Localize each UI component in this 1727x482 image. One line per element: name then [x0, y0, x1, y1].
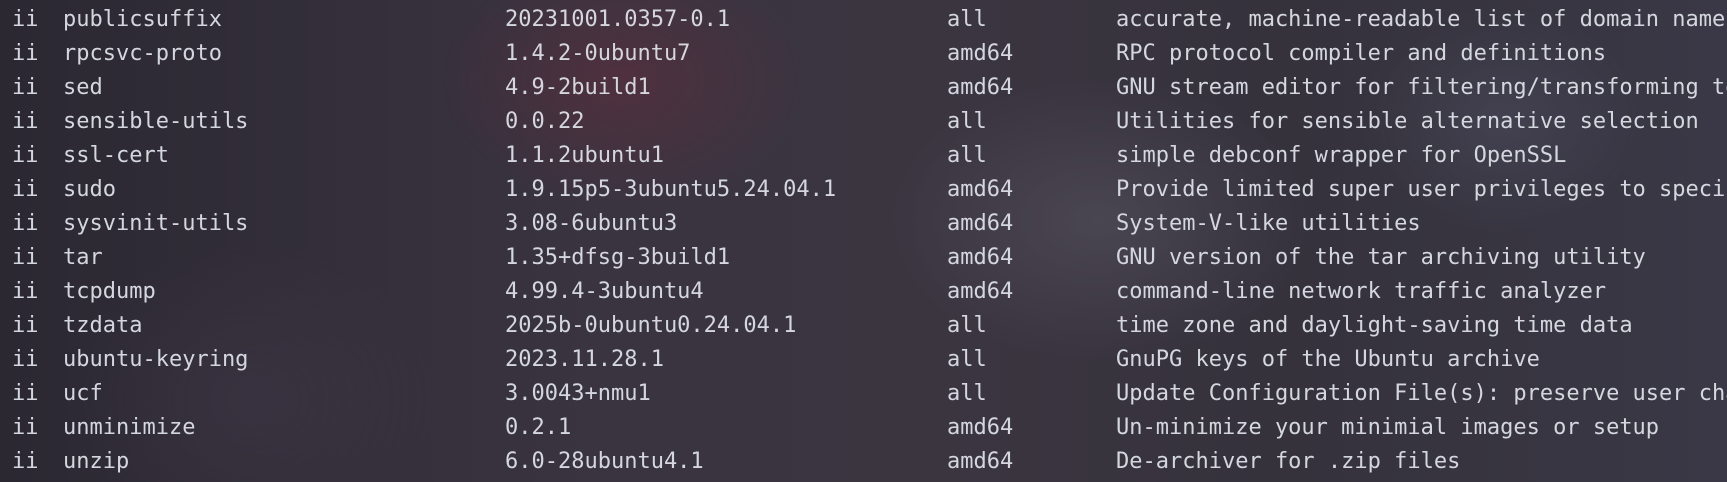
package-version: 3.08-6ubuntu3: [505, 211, 678, 236]
package-arch: amd64: [947, 415, 1014, 440]
package-status: ii: [12, 41, 39, 66]
package-arch: amd64: [947, 41, 1014, 66]
package-description: Update Configuration File(s): preserve u…: [1116, 381, 1727, 406]
package-name: tzdata: [63, 313, 143, 338]
package-version: 1.4.2-0ubuntu7: [505, 41, 691, 66]
package-status: ii: [12, 177, 39, 202]
package-status: ii: [12, 75, 39, 100]
package-name: unzip: [63, 449, 130, 474]
package-description: Provide limited super user privileges to…: [1116, 177, 1727, 202]
package-arch: amd64: [947, 449, 1014, 474]
package-description: GNU version of the tar archiving utility: [1116, 245, 1646, 270]
package-status: ii: [12, 279, 39, 304]
package-description: Utilities for sensible alternative selec…: [1116, 109, 1699, 134]
package-version: 2023.11.28.1: [505, 347, 664, 372]
package-version: 20231001.0357-0.1: [505, 7, 731, 32]
package-version: 6.0-28ubuntu4.1: [505, 449, 704, 474]
package-arch: all: [947, 313, 987, 338]
package-description: time zone and daylight-saving time data: [1116, 313, 1633, 338]
package-name: sudo: [63, 177, 116, 202]
package-status: ii: [12, 211, 39, 236]
package-status: ii: [12, 313, 39, 338]
package-arch: amd64: [947, 279, 1014, 304]
package-status: ii: [12, 415, 39, 440]
package-status: ii: [12, 347, 39, 372]
package-name: ssl-cert: [63, 143, 169, 168]
package-version: 0.0.22: [505, 109, 585, 134]
package-version: 1.1.2ubuntu1: [505, 143, 664, 168]
package-name: rpcsvc-proto: [63, 41, 222, 66]
package-arch: all: [947, 109, 987, 134]
package-name: sysvinit-utils: [63, 211, 249, 236]
package-name: publicsuffix: [63, 7, 222, 32]
package-description: RPC protocol compiler and definitions: [1116, 41, 1607, 66]
package-arch: amd64: [947, 177, 1014, 202]
package-arch: all: [947, 143, 987, 168]
package-version: 2025b-0ubuntu0.24.04.1: [505, 313, 797, 338]
package-status: ii: [12, 449, 39, 474]
package-arch: all: [947, 347, 987, 372]
package-status: ii: [12, 143, 39, 168]
package-version: 4.9-2build1: [505, 75, 651, 100]
package-version: 1.9.15p5-3ubuntu5.24.04.1: [505, 177, 837, 202]
package-version: 1.35+dfsg-3build1: [505, 245, 731, 270]
package-description: GNU stream editor for filtering/transfor…: [1116, 75, 1727, 100]
package-description: accurate, machine-readable list of domai…: [1116, 7, 1726, 32]
package-description: De-archiver for .zip files: [1116, 449, 1461, 474]
package-name: unminimize: [63, 415, 196, 440]
package-name: tcpdump: [63, 279, 156, 304]
package-name: tar: [63, 245, 103, 270]
package-description: command-line network traffic analyzer: [1116, 279, 1607, 304]
package-status: ii: [12, 109, 39, 134]
package-version: 4.99.4-3ubuntu4: [505, 279, 704, 304]
package-description: System-V-like utilities: [1116, 211, 1421, 236]
package-version: 3.0043+nmu1: [505, 381, 651, 406]
package-arch: amd64: [947, 245, 1014, 270]
package-status: ii: [12, 245, 39, 270]
package-description: GnuPG keys of the Ubuntu archive: [1116, 347, 1540, 372]
package-arch: amd64: [947, 211, 1014, 236]
package-version: 0.2.1: [505, 415, 572, 440]
package-arch: all: [947, 7, 987, 32]
package-status: ii: [12, 381, 39, 406]
package-arch: amd64: [947, 75, 1014, 100]
package-name: ubuntu-keyring: [63, 347, 249, 372]
package-status: ii: [12, 7, 39, 32]
package-arch: all: [947, 381, 987, 406]
package-name: sed: [63, 75, 103, 100]
package-name: ucf: [63, 381, 103, 406]
package-description: simple debconf wrapper for OpenSSL: [1116, 143, 1567, 168]
package-description: Un-minimize your minimial images or setu…: [1116, 415, 1660, 440]
package-name: sensible-utils: [63, 109, 249, 134]
terminal-output: ii publicsuffix 20231001.0357-0.1 all ac…: [0, 0, 1727, 482]
